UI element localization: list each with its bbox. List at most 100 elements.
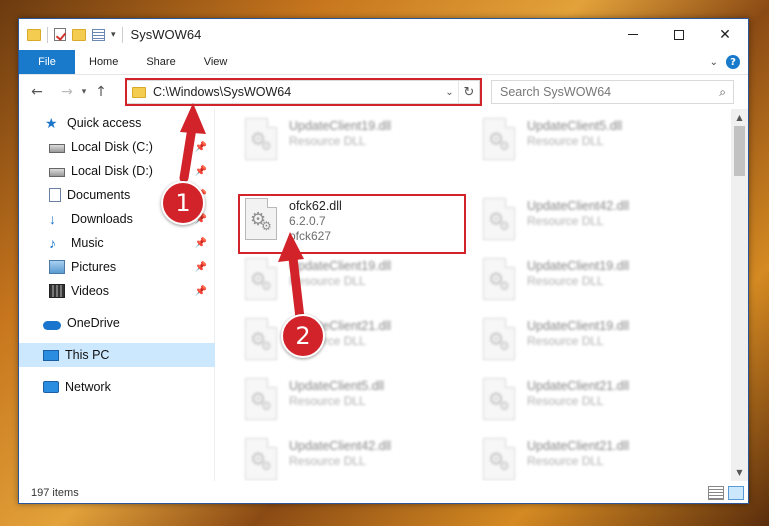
callout-badge-1: 1 xyxy=(161,181,205,225)
scroll-down-icon[interactable]: ▼ xyxy=(731,464,748,481)
pin-icon[interactable]: 📌 xyxy=(195,166,207,177)
sidebar-item-label: Local Disk (C:) xyxy=(71,140,153,154)
details-view-icon[interactable] xyxy=(708,485,724,500)
dll-file-icon: ⚙ ⚙ xyxy=(241,258,281,306)
documents-icon xyxy=(49,188,61,202)
file-description: Resource DLL xyxy=(289,454,366,468)
file-description: Resource DLL xyxy=(527,274,604,288)
tab-view[interactable]: View xyxy=(190,50,242,74)
sidebar-item-quick-access[interactable]: ★ Quick access xyxy=(19,111,215,135)
minimize-button[interactable] xyxy=(610,19,656,50)
separator xyxy=(121,26,123,43)
file-tile[interactable]: ⚙ ⚙ UpdateClient19.dll Resource DLL xyxy=(241,255,471,313)
sidebar-item-pictures[interactable]: Pictures 📌 xyxy=(19,255,215,279)
file-tile[interactable]: ⚙ ⚙ UpdateClient19.dll Resource DLL xyxy=(479,315,709,373)
sidebar-item-local-disk-c[interactable]: Local Disk (C:) 📌 xyxy=(19,135,215,159)
minimize-icon xyxy=(628,34,638,35)
tab-home[interactable]: Home xyxy=(75,50,132,74)
recent-locations-icon[interactable]: ▾ xyxy=(77,87,91,97)
dll-file-icon: ⚙ ⚙ xyxy=(479,198,519,246)
qa-dropdown-icon[interactable]: ▾ xyxy=(111,30,116,40)
status-bar: 197 items xyxy=(19,481,748,503)
search-icon[interactable]: ⌕ xyxy=(719,85,726,100)
sidebar-item-label: Local Disk (D:) xyxy=(71,164,153,178)
file-list: ⚙ ⚙ UpdateClient19.dll Resource DLL ⚙ ⚙ Upd… xyxy=(216,109,731,481)
navigation-bar: ← → ▾ ↑ C:\Windows\SysWOW64 ⌄ ↻ Search S… xyxy=(19,76,748,108)
item-count: 197 items xyxy=(31,486,79,499)
file-name: UpdateClient19.dll xyxy=(527,319,630,333)
expand-ribbon-icon[interactable]: ⌄ xyxy=(710,57,718,68)
file-name: UpdateClient19.dll xyxy=(289,259,392,273)
window-title: SysWOW64 xyxy=(130,27,202,42)
refresh-icon[interactable]: ↻ xyxy=(459,85,479,100)
sidebar-item-this-pc[interactable]: This PC xyxy=(19,343,215,367)
star-icon: ★ xyxy=(45,115,58,131)
file-highlight-box xyxy=(238,194,466,254)
tiles-view-icon[interactable] xyxy=(728,485,744,500)
forward-icon[interactable]: → xyxy=(57,84,77,100)
dll-file-icon: ⚙ ⚙ xyxy=(479,378,519,426)
scroll-thumb[interactable] xyxy=(734,126,745,176)
address-path[interactable]: C:\Windows\SysWOW64 xyxy=(153,85,291,99)
sidebar-item-videos[interactable]: Videos 📌 xyxy=(19,279,215,303)
search-box[interactable]: Search SysWOW64 ⌕ xyxy=(491,80,734,104)
callout-badge-2: 2 xyxy=(281,314,325,358)
dll-file-icon: ⚙ ⚙ xyxy=(479,258,519,306)
sidebar-item-label: Quick access xyxy=(67,116,142,130)
file-tile[interactable]: ⚙ ⚙ UpdateClient42.dll Resource DLL xyxy=(479,195,709,253)
file-tile[interactable]: ⚙ ⚙ UpdateClient21.dll Resource DLL xyxy=(479,435,709,481)
tab-file[interactable]: File xyxy=(19,50,75,74)
window-controls: ✕ xyxy=(610,19,748,50)
file-description: Resource DLL xyxy=(289,274,366,288)
pin-icon[interactable]: 📌 xyxy=(195,262,207,273)
file-tile[interactable]: ⚙ ⚙ UpdateClient21.dll Resource DLL xyxy=(241,315,471,373)
new-folder-icon[interactable] xyxy=(72,28,86,41)
maximize-icon xyxy=(674,29,684,40)
customize-icon[interactable] xyxy=(92,28,105,41)
back-icon[interactable]: ← xyxy=(27,84,47,100)
maximize-button[interactable] xyxy=(656,19,702,50)
downloads-icon: ↓ xyxy=(49,211,56,227)
music-icon: ♪ xyxy=(49,235,56,251)
file-tile[interactable]: ⚙ ⚙ UpdateClient19.dll Resource DLL xyxy=(479,255,709,313)
file-tile[interactable]: ⚙ ⚙ UpdateClient21.dll Resource DLL xyxy=(479,375,709,433)
address-dropdown-icon[interactable]: ⌄ xyxy=(441,81,459,103)
scroll-up-icon[interactable]: ▲ xyxy=(731,109,748,126)
address-bar[interactable]: C:\Windows\SysWOW64 ⌄ ↻ xyxy=(125,80,480,104)
vertical-scrollbar[interactable]: ▲ ▼ xyxy=(731,109,748,481)
pin-icon[interactable]: 📌 xyxy=(195,142,207,153)
sidebar-item-onedrive[interactable]: OneDrive xyxy=(19,311,215,335)
file-tile[interactable]: ⚙ ⚙ UpdateClient5.dll Resource DLL xyxy=(479,115,709,173)
properties-check-icon[interactable] xyxy=(54,28,66,41)
file-name: UpdateClient19.dll xyxy=(527,259,630,273)
file-description: Resource DLL xyxy=(527,454,604,468)
file-tile[interactable]: ⚙ ⚙ UpdateClient42.dll Resource DLL xyxy=(241,435,471,481)
pin-icon[interactable]: 📌 xyxy=(195,238,207,249)
pictures-icon xyxy=(49,260,65,274)
pin-icon[interactable]: 📌 xyxy=(195,286,207,297)
close-button[interactable]: ✕ xyxy=(702,19,748,50)
tab-share[interactable]: Share xyxy=(132,50,189,74)
dll-file-icon: ⚙ ⚙ xyxy=(479,118,519,166)
sidebar-item-music[interactable]: ♪ Music 📌 xyxy=(19,231,215,255)
file-description: Resource DLL xyxy=(527,394,604,408)
quick-access-toolbar: ▾ xyxy=(19,19,123,50)
sidebar-item-label: Videos xyxy=(71,284,109,298)
file-name: UpdateClient42.dll xyxy=(527,199,630,213)
file-tile[interactable]: ⚙ ⚙ UpdateClient5.dll Resource DLL xyxy=(241,375,471,433)
dll-file-icon: ⚙ ⚙ xyxy=(479,438,519,481)
ribbon: File Home Share View ⌄ ? xyxy=(19,50,748,75)
sidebar-item-label: Documents xyxy=(67,188,131,202)
file-name: UpdateClient42.dll xyxy=(289,439,392,453)
file-tile[interactable]: ⚙ ⚙ UpdateClient19.dll Resource DLL xyxy=(241,115,471,173)
folder-icon xyxy=(132,86,146,98)
videos-icon xyxy=(49,284,65,298)
search-input[interactable]: Search SysWOW64 xyxy=(500,85,611,99)
file-name: UpdateClient5.dll xyxy=(527,119,623,133)
up-icon[interactable]: ↑ xyxy=(91,84,111,100)
dll-file-icon: ⚙ ⚙ xyxy=(479,318,519,366)
sidebar-item-local-disk-d[interactable]: Local Disk (D:) 📌 xyxy=(19,159,215,183)
sidebar-item-network[interactable]: Network xyxy=(19,375,215,399)
help-icon[interactable]: ? xyxy=(726,55,740,69)
title-bar: ▾ SysWOW64 ✕ xyxy=(19,19,748,50)
